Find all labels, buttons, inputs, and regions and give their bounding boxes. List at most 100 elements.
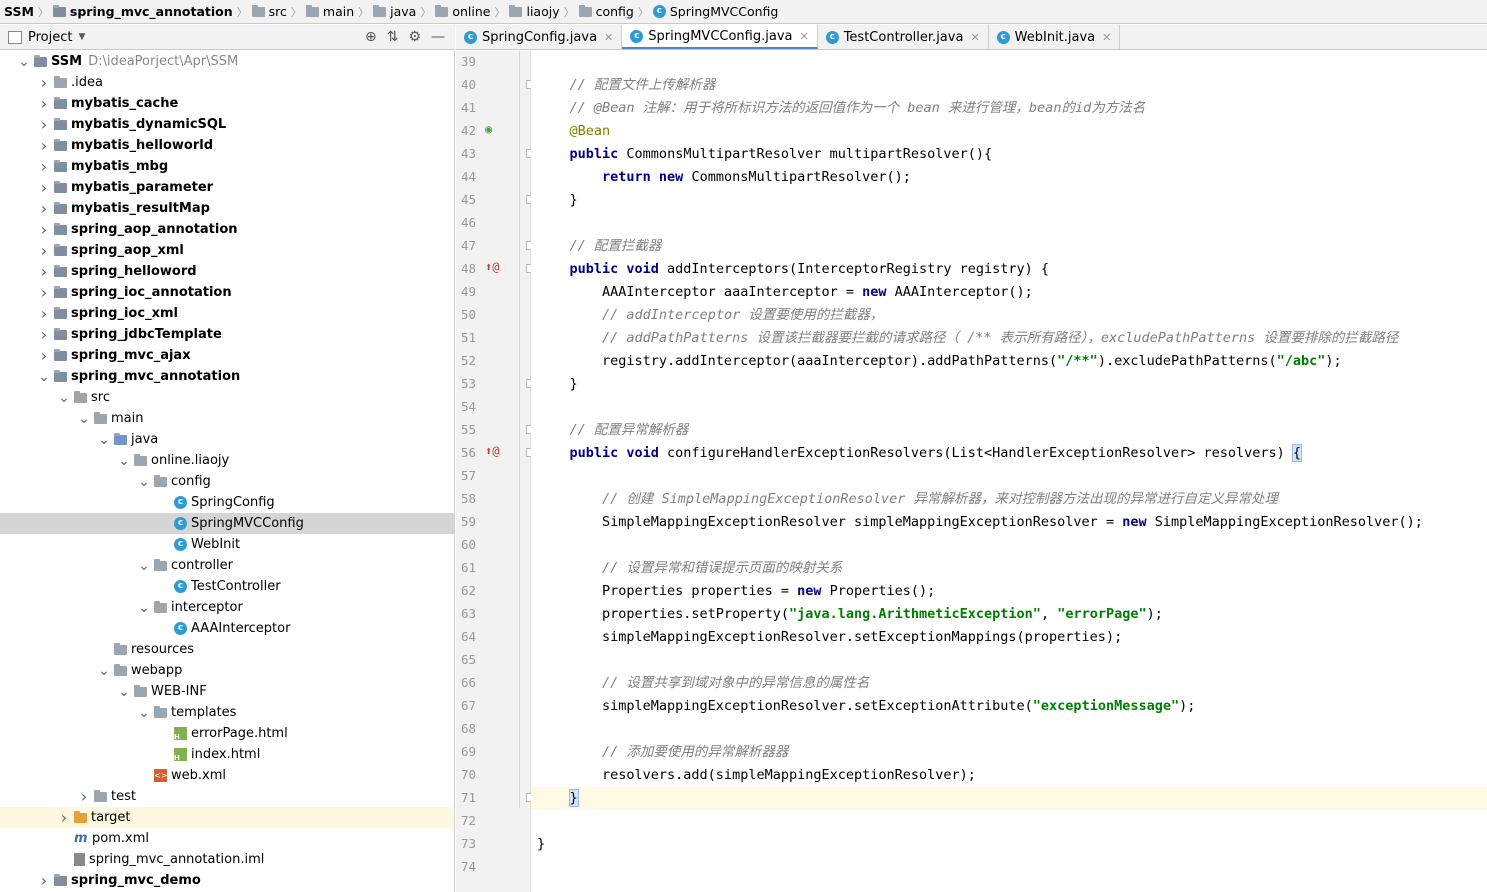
chevron-right-icon[interactable]: ›: [38, 346, 50, 365]
breadcrumb-item[interactable]: spring_mvc_annotation: [52, 4, 233, 19]
breadcrumb-item[interactable]: liaojy: [509, 4, 560, 19]
code-line[interactable]: simpleMappingExceptionResolver.setExcept…: [531, 695, 1487, 718]
chevron-right-icon[interactable]: ›: [38, 871, 50, 890]
tree-item[interactable]: ⌄ config: [0, 471, 454, 492]
tree-item[interactable]: ⌄ controller: [0, 555, 454, 576]
code-line[interactable]: AAAInterceptor aaaInterceptor = new AAAI…: [531, 281, 1487, 304]
tree-item[interactable]: › spring_ioc_annotation: [0, 282, 454, 303]
tree-item[interactable]: ·errorPage.html: [0, 723, 454, 744]
override-icon[interactable]: ⬆@: [485, 444, 499, 458]
tree-item[interactable]: ·cWebInit: [0, 534, 454, 555]
code-line[interactable]: }: [531, 373, 1487, 396]
code-line[interactable]: [531, 856, 1487, 879]
tree-item[interactable]: ⌄ java: [0, 429, 454, 450]
tree-item[interactable]: › mybatis_dynamicSQL: [0, 114, 454, 135]
chevron-right-icon[interactable]: ›: [38, 220, 50, 239]
chevron-down-icon[interactable]: ⌄: [98, 664, 110, 678]
breadcrumb-item[interactable]: config: [578, 4, 634, 19]
code-line[interactable]: // 配置拦截器: [531, 235, 1487, 258]
code-line[interactable]: }: [531, 189, 1487, 212]
tree-item[interactable]: ·mpom.xml: [0, 828, 454, 849]
code-line[interactable]: [531, 212, 1487, 235]
dropdown-arrow-icon[interactable]: ▼: [78, 32, 85, 42]
breadcrumb-item[interactable]: src: [251, 4, 287, 19]
code-line[interactable]: public void configureHandlerExceptionRes…: [531, 442, 1487, 465]
tree-item[interactable]: ·resources: [0, 639, 454, 660]
chevron-right-icon[interactable]: ›: [38, 199, 50, 218]
close-icon[interactable]: ✕: [970, 31, 979, 44]
tree-item[interactable]: › mybatis_mbg: [0, 156, 454, 177]
code-line[interactable]: [531, 465, 1487, 488]
tree-item[interactable]: ·cSpringMVCConfig: [0, 513, 454, 534]
code-line[interactable]: // 配置异常解析器: [531, 419, 1487, 442]
chevron-right-icon[interactable]: ›: [38, 304, 50, 323]
code-line[interactable]: [531, 649, 1487, 672]
chevron-right-icon[interactable]: ›: [38, 136, 50, 155]
chevron-right-icon[interactable]: ›: [38, 262, 50, 281]
code-line[interactable]: @Bean: [531, 120, 1487, 143]
code-line[interactable]: // 创建 SimpleMappingExceptionResolver 异常解…: [531, 488, 1487, 511]
gear-icon[interactable]: ⚙: [408, 29, 421, 45]
collapse-icon[interactable]: ⇅: [387, 29, 399, 45]
tree-item[interactable]: ·cAAAInterceptor: [0, 618, 454, 639]
chevron-down-icon[interactable]: ⌄: [138, 559, 150, 573]
breadcrumb-item[interactable]: java: [373, 4, 416, 19]
spring-bean-icon[interactable]: ◉: [485, 122, 492, 136]
code-line[interactable]: // addInterceptor 设置要使用的拦截器，: [531, 304, 1487, 327]
chevron-right-icon[interactable]: ›: [38, 325, 50, 344]
tree-item[interactable]: › spring_mvc_demo: [0, 870, 454, 891]
chevron-down-icon[interactable]: ⌄: [98, 433, 110, 447]
tree-item[interactable]: › test: [0, 786, 454, 807]
chevron-down-icon[interactable]: ⌄: [138, 601, 150, 615]
code-line[interactable]: public void addInterceptors(InterceptorR…: [531, 258, 1487, 281]
code-line[interactable]: }: [531, 787, 1487, 810]
code-line[interactable]: // 设置异常和错误提示页面的映射关系: [531, 557, 1487, 580]
tree-item[interactable]: ⌄ spring_mvc_annotation: [0, 366, 454, 387]
close-icon[interactable]: ✕: [799, 30, 808, 43]
chevron-down-icon[interactable]: ⌄: [118, 685, 130, 699]
tree-item[interactable]: › mybatis_helloworld: [0, 135, 454, 156]
chevron-right-icon[interactable]: ›: [38, 157, 50, 176]
code-line[interactable]: [531, 51, 1487, 74]
tree-item[interactable]: ⌄ main: [0, 408, 454, 429]
breadcrumb-item[interactable]: c SpringMVCConfig: [652, 4, 778, 19]
tree-item[interactable]: ⌄ src: [0, 387, 454, 408]
chevron-right-icon[interactable]: ›: [78, 787, 90, 806]
code-line[interactable]: [531, 718, 1487, 741]
breadcrumb-item[interactable]: online: [435, 4, 490, 19]
tree-item[interactable]: ⌄ online.liaojy: [0, 450, 454, 471]
chevron-down-icon[interactable]: ⌄: [58, 391, 70, 405]
code-line[interactable]: // addPathPatterns 设置该拦截器要拦截的请求路径（ /** 表…: [531, 327, 1487, 350]
chevron-down-icon[interactable]: ⌄: [138, 706, 150, 720]
tree-item[interactable]: › spring_jdbcTemplate: [0, 324, 454, 345]
code-line[interactable]: }: [531, 833, 1487, 856]
code-line[interactable]: [531, 534, 1487, 557]
tree-item[interactable]: › spring_helloword: [0, 261, 454, 282]
code-line[interactable]: // 设置共享到域对象中的异常信息的属性名: [531, 672, 1487, 695]
hide-icon[interactable]: —: [431, 29, 445, 45]
chevron-down-icon[interactable]: ⌄: [118, 454, 130, 468]
code-line[interactable]: resolvers.add(simpleMappingExceptionReso…: [531, 764, 1487, 787]
close-icon[interactable]: ✕: [1102, 31, 1111, 44]
editor-tab[interactable]: c SpringMVCConfig.java ✕: [622, 25, 818, 49]
chevron-right-icon[interactable]: ›: [58, 808, 70, 827]
chevron-down-icon[interactable]: ⌄: [78, 412, 90, 426]
project-view-selector[interactable]: Project: [28, 30, 72, 45]
tree-item[interactable]: ⌄ SSM D:\ideaPorject\Apr\SSM: [0, 51, 454, 72]
code-line[interactable]: simpleMappingExceptionResolver.setExcept…: [531, 626, 1487, 649]
tree-item[interactable]: › .idea: [0, 72, 454, 93]
tree-item[interactable]: ·index.html: [0, 744, 454, 765]
tree-item[interactable]: › mybatis_cache: [0, 93, 454, 114]
chevron-right-icon[interactable]: ›: [38, 94, 50, 113]
chevron-right-icon[interactable]: ›: [38, 115, 50, 134]
chevron-down-icon[interactable]: ⌄: [138, 475, 150, 489]
code-line[interactable]: public CommonsMultipartResolver multipar…: [531, 143, 1487, 166]
code-line[interactable]: Properties properties = new Properties()…: [531, 580, 1487, 603]
tree-item[interactable]: ⌄ webapp: [0, 660, 454, 681]
tree-item[interactable]: ·cSpringConfig: [0, 492, 454, 513]
code-line[interactable]: [531, 810, 1487, 833]
tree-item[interactable]: ·<>web.xml: [0, 765, 454, 786]
code-line[interactable]: SimpleMappingExceptionResolver simpleMap…: [531, 511, 1487, 534]
close-icon[interactable]: ✕: [604, 31, 613, 44]
code-line[interactable]: registry.addInterceptor(aaaInterceptor).…: [531, 350, 1487, 373]
